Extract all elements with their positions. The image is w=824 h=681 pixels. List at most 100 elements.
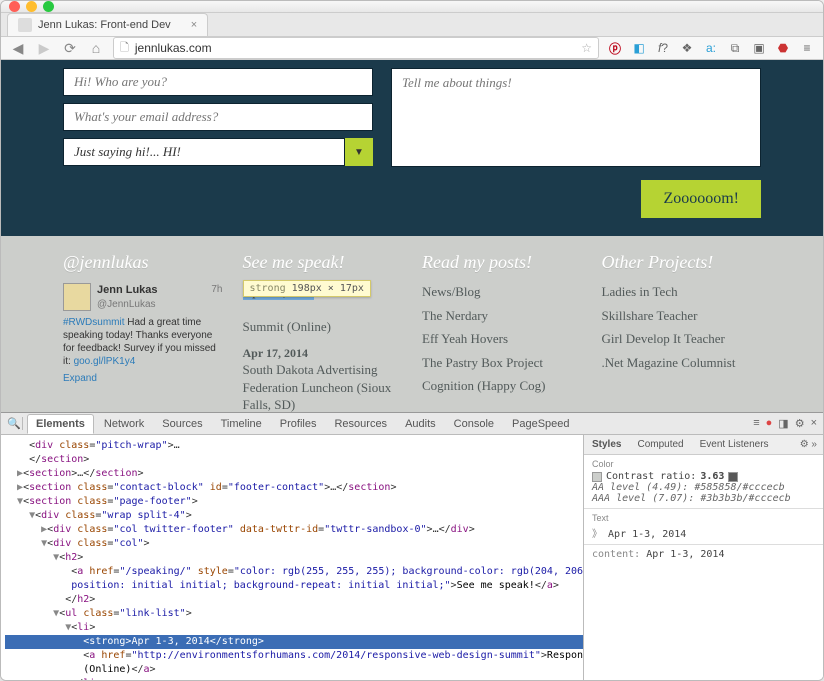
devtools-error-icon[interactable]: ● [766,417,773,430]
devtools-panel: 🔍 Elements Network Sources Timeline Prof… [1,412,823,681]
tweet-handle: @JennLukas [97,298,158,312]
projects-column: Other Projects! Ladies in Tech Skillshar… [602,252,762,412]
list-item: .Net Magazine Columnist [602,354,762,372]
color-swatch-icon [592,472,602,482]
tweet-body: #RWDsummit Had a great time speaking tod… [63,316,223,368]
url-text: jennlukas.com [135,41,212,55]
browser-tab[interactable]: Jenn Lukas: Front-end Dev × [7,13,208,36]
ext-icon[interactable]: ⬣ [775,40,791,56]
tweet-time: 7h [211,283,222,297]
contact-form: ▼ Zoooooom! [1,60,823,236]
chevron-down-icon[interactable]: ▼ [345,138,373,166]
devtools-tab[interactable]: PageSpeed [504,415,578,433]
twitter-column: @jennlukas Jenn Lukas @JennLukas 7h #RWD… [63,252,223,412]
devtools-settings-icon[interactable]: ⚙ [795,417,805,430]
footer-link[interactable]: The Nerdary [422,308,488,323]
list-item: The Nerdary [422,307,582,325]
devtools-tab[interactable]: Timeline [213,415,270,433]
tweet-link[interactable]: goo.gl/lPK1y4 [74,356,136,367]
avatar [63,283,91,311]
devtools-tab[interactable]: Sources [154,415,210,433]
side-tab-styles[interactable]: Styles [584,437,629,452]
footer-link[interactable]: Cognition (Happy Cog) [422,378,546,393]
devtools-tab[interactable]: Resources [326,415,395,433]
devtools-close-icon[interactable]: × [811,417,817,430]
traffic-lights [9,1,54,12]
content-label: content: [592,549,640,560]
footer-link[interactable]: .Net Magazine Columnist [602,355,736,370]
ext-icon[interactable]: ⧉ [727,40,743,56]
ext-icon[interactable]: ◧ [631,40,647,56]
devtools-console-icon[interactable]: ≡ [753,417,759,430]
page-viewport: ▼ Zoooooom! @jennlukas [1,60,823,412]
menu-icon[interactable]: ≡ [799,40,815,56]
ext-icon[interactable]: a: [703,40,719,56]
contrast-value: 3.63 [700,471,724,482]
section-header: Color [592,459,815,469]
contrast-label: Contrast ratio: [606,471,696,482]
forward-button[interactable]: ▶ [35,39,53,57]
devtools-tabs: 🔍 Elements Network Sources Timeline Prof… [1,413,823,435]
devtools-tab[interactable]: Profiles [272,415,325,433]
minimize-window-icon[interactable] [26,1,37,12]
footer-link[interactable]: Girl Develop It Teacher [602,331,725,346]
list-item: Apr 17, 2014 South Dakota Advertising Fe… [243,344,403,412]
column-heading: @jennlukas [63,252,223,273]
url-field[interactable]: 🗋 jennlukas.com ☆ [113,37,599,59]
footer-link[interactable]: News/Blog [422,284,481,299]
event-link[interactable]: Summit (Online) [243,319,331,334]
expand-tweet[interactable]: Expand [63,372,97,386]
extension-icons: ⓟ ◧ f? ❖ a: ⧉ ▣ ⬣ ≡ [607,40,815,56]
devtools-tab[interactable]: Audits [397,415,444,433]
column-heading: Other Projects! [602,252,762,273]
message-textarea[interactable] [391,68,761,167]
aa-level: AA level (4.49): #585858/#cccecb [592,482,815,493]
window-titlebar [1,1,823,13]
browser-tabbar: Jenn Lukas: Front-end Dev × [1,13,823,37]
zoom-window-icon[interactable] [43,1,54,12]
list-item: Eff Yeah Hovers [422,330,582,348]
hashtag-link[interactable]: #RWDsummit [63,317,124,328]
tab-title: Jenn Lukas: Front-end Dev [38,19,171,31]
ext-icon[interactable]: ▣ [751,40,767,56]
ext-icon[interactable]: ❖ [679,40,695,56]
pinterest-ext-icon[interactable]: ⓟ [607,40,623,56]
footer-link[interactable]: Skillshare Teacher [602,308,698,323]
name-input[interactable] [63,68,373,96]
posts-column: Read my posts! News/Blog The Nerdary Eff… [422,252,582,412]
devtools-dock-icon[interactable]: ◨ [778,417,788,430]
home-button[interactable]: ⌂ [87,39,105,57]
column-heading: See me speak! [243,252,403,273]
devtools-tab[interactable]: Network [96,415,152,433]
ext-icon[interactable]: f? [655,40,671,56]
list-item: Girl Develop It Teacher [602,330,762,348]
subject-select[interactable]: ▼ [63,138,373,166]
event-link[interactable]: South Dakota Advertising Federation Lunc… [243,362,392,412]
close-window-icon[interactable] [9,1,20,12]
submit-button[interactable]: Zoooooom! [641,180,761,218]
list-item: Ladies in Tech [602,283,762,301]
footer-link[interactable]: Eff Yeah Hovers [422,331,508,346]
list-item: News/Blog [422,283,582,301]
address-bar: ◀ ▶ ⟳ ⌂ 🗋 jennlukas.com ☆ ⓟ ◧ f? ❖ a: ⧉ … [1,37,823,60]
gear-icon[interactable]: ⚙ » [794,439,823,450]
list-item: The Pastry Box Project [422,354,582,372]
dom-tree[interactable]: <div class="pitch-wrap">… </section> ▶<s… [1,435,583,681]
page-icon: 🗋 [120,39,129,58]
devtools-tab[interactable]: Elements [27,414,94,434]
footer-link[interactable]: The Pastry Box Project [422,355,543,370]
subject-value [63,138,345,166]
speaking-column: See me speak! Apr 1-3, 2014 Responsive W… [243,252,403,412]
bookmark-star-icon[interactable]: ☆ [581,41,592,55]
footer-link[interactable]: Ladies in Tech [602,284,678,299]
reload-button[interactable]: ⟳ [61,39,79,57]
inspect-tooltip: strong 198px × 17px [243,280,371,297]
devtools-tab[interactable]: Console [446,415,502,433]
email-input[interactable] [63,103,373,131]
tweet-author: Jenn Lukas [97,283,158,298]
side-tab-computed[interactable]: Computed [629,437,691,452]
close-tab-icon[interactable]: × [191,19,197,31]
inspect-icon[interactable]: 🔍 [7,417,23,430]
back-button[interactable]: ◀ [9,39,27,57]
side-tab-listeners[interactable]: Event Listeners [692,437,777,452]
